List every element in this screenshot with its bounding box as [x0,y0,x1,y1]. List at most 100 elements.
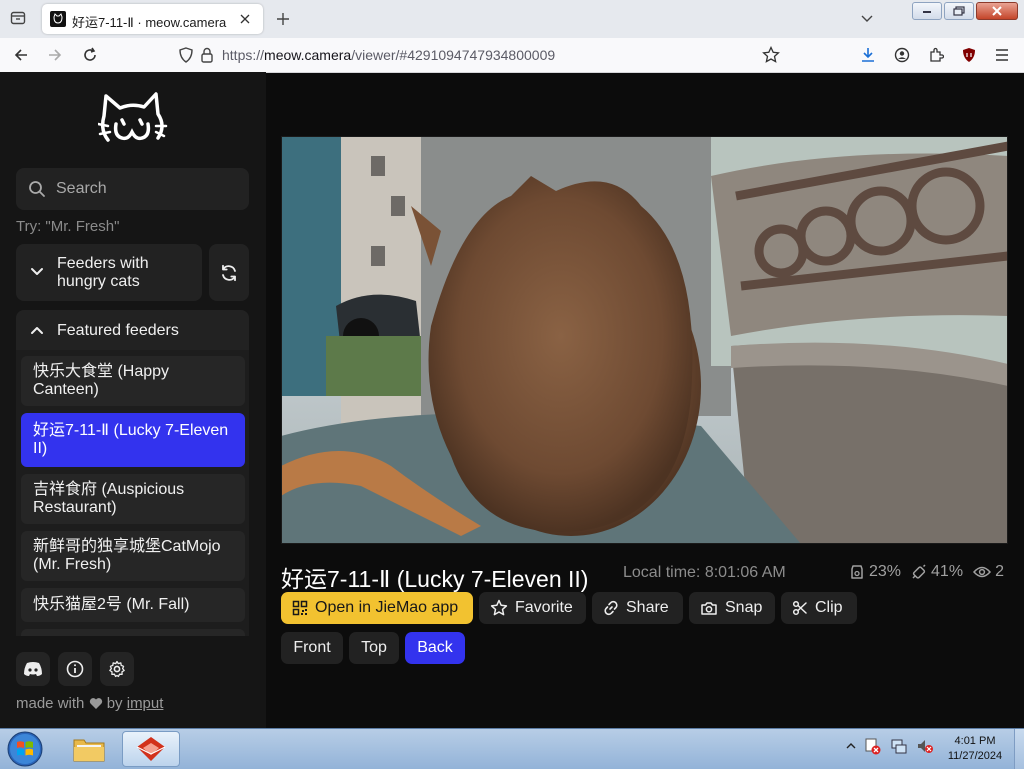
feeder-item-mr-fall[interactable]: 快乐猫屋2号 (Mr. Fall) [21,588,245,622]
qr-code-icon [292,600,308,616]
view-back-button[interactable]: Back [405,632,465,664]
feeder-stats: 23% 41% 2 [849,563,1004,581]
url-host: meow.camera [264,47,352,63]
chevron-down-icon [31,268,43,275]
discord-icon [24,662,42,676]
food-level-value: 23% [869,563,902,580]
network-icon[interactable] [890,737,908,755]
windows-logo-icon [7,731,43,767]
folder-icon [73,739,105,762]
bookmark-star-icon[interactable] [762,46,780,64]
featured-feeder-list[interactable]: 快乐大食堂 (Happy Canteen) 好运7-11-Ⅱ (Lucky 7-… [16,350,249,636]
snap-button[interactable]: Snap [689,592,775,624]
share-button[interactable]: Share [592,592,683,624]
taskbar-explorer[interactable] [63,731,115,767]
feeder-item-mr-fresh[interactable]: 新鲜哥的独享城堡CatMojo (Mr. Fresh) [21,531,245,581]
feeder-item-auspicious-restaurant[interactable]: 吉祥食府 (Auspicious Restaurant) [21,474,245,524]
refresh-icon [222,264,236,281]
browser-nav-bar: https://meow.camera/viewer/#429109474793… [0,38,1024,73]
forward-arrow-icon[interactable] [44,44,66,66]
reload-icon[interactable] [79,44,101,66]
author-link[interactable]: imput [127,695,164,712]
food-bag-icon [851,565,863,579]
view-front-button[interactable]: Front [281,632,343,664]
url-text[interactable]: https://meow.camera/viewer/#429109474793… [222,47,555,63]
heart-icon [89,698,102,709]
new-tab-plus-icon[interactable] [272,8,294,30]
snap-label: Snap [725,599,763,616]
tab-close-icon[interactable] [235,9,255,29]
menu-hamburger-icon[interactable] [991,44,1013,66]
made-with-by: by [106,695,123,712]
clip-button[interactable]: Clip [781,592,857,624]
tab-list-icon[interactable] [6,6,30,30]
taskbar-browser[interactable] [122,731,180,767]
list-all-tabs-chevron-icon[interactable] [856,8,878,30]
link-icon [604,600,618,616]
meow-camera-logo-icon[interactable] [98,90,168,152]
search-input[interactable] [56,168,236,210]
feeder-item-lucky-7-eleven-ii[interactable]: 好运7-11-Ⅱ (Lucky 7-Eleven II) [21,413,245,467]
windows-taskbar: 4:01 PM 11/27/2024 [0,728,1024,769]
featured-feeders-toggle[interactable]: Featured feeders [16,310,249,350]
ublock-shield-icon[interactable] [958,44,980,66]
tracking-shield-icon[interactable] [178,47,194,63]
chevron-up-icon [31,327,43,334]
camera-feed-image [281,136,1008,544]
feeder-item-partial[interactable] [21,629,245,636]
close-window-icon[interactable] [976,2,1018,20]
made-with-credit: made with by imput [16,695,163,712]
refresh-button[interactable] [209,244,249,301]
camera-icon [701,602,717,615]
battery-icon [912,564,926,579]
battery-level-value: 41% [931,563,964,580]
battery-level-stat: 41% [911,563,963,581]
browser-tab-active[interactable]: 好运7-11-Ⅱ · meow.camera [42,4,263,34]
search-box[interactable] [16,168,249,210]
view-top-button[interactable]: Top [349,632,399,664]
feeder-item-happy-canteen[interactable]: 快乐大食堂 (Happy Canteen) [21,356,245,406]
browser-app-icon [136,737,166,761]
search-icon [29,181,45,197]
scissors-icon [792,600,807,616]
feeder-title: 好运7-11-Ⅱ (Lucky 7-Eleven II) [281,566,589,592]
extensions-icon[interactable] [925,44,947,66]
system-clock[interactable]: 4:01 PM 11/27/2024 [940,734,1010,764]
account-icon[interactable] [891,44,913,66]
sidebar: Try: "Mr. Fresh" Feeders with hungry cat… [0,72,266,728]
settings-button[interactable] [100,652,134,686]
volume-muted-icon[interactable] [916,737,934,755]
info-icon [66,660,84,678]
minimize-icon[interactable] [912,2,942,20]
address-bar[interactable]: https://meow.camera/viewer/#429109474793… [172,42,792,68]
search-hint: Try: "Mr. Fresh" [16,218,120,235]
discord-button[interactable] [16,652,50,686]
viewer-count-value: 2 [995,563,1004,580]
favorite-label: Favorite [515,599,573,616]
browser-tab-bar: 好运7-11-Ⅱ · meow.camera [0,0,1024,38]
url-prefix: https:// [222,47,265,63]
show-desktop-button[interactable] [1014,729,1024,769]
star-icon [490,599,508,616]
windows-start-button[interactable] [6,731,44,767]
clip-label: Clip [815,599,843,616]
open-in-jiemao-button[interactable]: Open in JieMao app [281,592,473,624]
hungry-cats-toggle[interactable]: Feeders with hungry cats [16,244,202,301]
tray-expand-icon[interactable] [846,741,856,751]
tab-title: 好运7-11-Ⅱ · meow.camera [72,15,227,30]
favorite-button[interactable]: Favorite [479,592,586,624]
clock-time: 4:01 PM [954,735,996,747]
local-time: Local time: 8:01:06 AM [623,564,786,581]
open-in-jiemao-label: Open in JieMao app [315,599,459,616]
share-label: Share [626,599,669,616]
action-center-icon[interactable] [864,737,882,755]
lock-icon[interactable] [200,47,214,63]
downloads-icon[interactable] [857,44,879,66]
viewer-count-stat: 2 [973,563,1004,581]
gear-icon [109,660,125,678]
made-with-text: made with [16,695,85,712]
camera-feed[interactable] [281,136,1008,544]
back-arrow-icon[interactable] [10,44,32,66]
restore-icon[interactable] [944,2,974,20]
info-button[interactable] [58,652,92,686]
